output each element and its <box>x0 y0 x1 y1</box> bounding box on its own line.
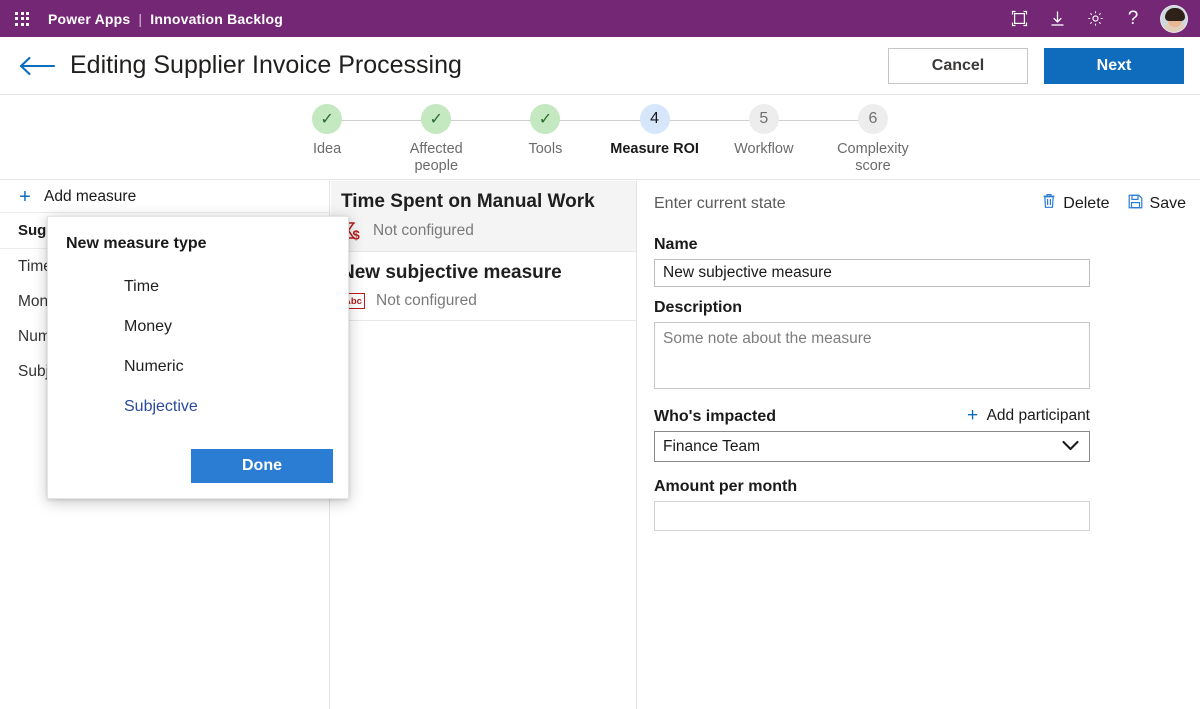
dialog-option-numeric[interactable]: Numeric <box>124 347 348 387</box>
description-textarea[interactable] <box>654 322 1090 389</box>
amount-input[interactable] <box>654 501 1090 531</box>
step-label-idea: Idea <box>312 141 342 157</box>
dialog-option-time[interactable]: Time <box>124 267 348 307</box>
suite-separator: | <box>138 10 143 27</box>
suite-bar: Power Apps | Innovation Backlog ? <box>0 0 1200 37</box>
impacted-label: Who's impacted <box>654 408 777 425</box>
measure-cards-panel: Time Spent on Manual Work $ Not configur… <box>331 181 637 709</box>
step-label-affected-people: Affected people <box>409 141 463 174</box>
step-affected-people[interactable]: ✓ Affected people <box>382 104 540 175</box>
impacted-select-wrap: Finance Team <box>654 431 1090 462</box>
measure-card-state: Not configured <box>373 222 474 239</box>
next-button[interactable]: Next <box>1044 47 1184 84</box>
delete-button[interactable]: Delete <box>1042 193 1110 214</box>
gear-icon[interactable] <box>1078 2 1112 36</box>
cancel-button[interactable]: Cancel <box>888 47 1028 84</box>
detail-form: Name Description Who's impacted + Add pa… <box>638 214 1200 531</box>
help-icon[interactable]: ? <box>1116 2 1150 36</box>
dialog-option-money[interactable]: Money <box>124 307 348 347</box>
download-icon[interactable] <box>1040 2 1074 36</box>
suite-app-name[interactable]: Innovation Backlog <box>150 11 283 27</box>
detail-header-title: Enter current state <box>654 194 786 212</box>
save-label: Save <box>1149 194 1186 212</box>
detail-header: Enter current state Delete Save <box>638 181 1200 214</box>
app-root: Power Apps | Innovation Backlog ? Editin… <box>0 0 1200 709</box>
wizard-stepper: ✓ Idea ✓ Affected people ✓ Tools 4 Measu… <box>0 96 1200 180</box>
dialog-option-subjective[interactable]: Subjective <box>124 387 348 427</box>
help-glyph: ? <box>1127 8 1139 29</box>
detail-header-actions: Delete Save <box>1042 193 1186 214</box>
impacted-select[interactable]: Finance Team <box>654 431 1090 462</box>
delete-label: Delete <box>1063 194 1110 212</box>
svg-text:$: $ <box>353 228 361 242</box>
step-label-workflow: Workflow <box>734 141 794 157</box>
step-label-complexity-score: Complexity score <box>837 141 909 174</box>
measure-card-state: Not configured <box>376 292 477 309</box>
add-participant-label: Add participant <box>986 406 1090 424</box>
add-measure-button[interactable]: + Add measure <box>0 181 329 213</box>
stepper-steps: ✓ Idea ✓ Affected people ✓ Tools 4 Measu… <box>273 96 928 175</box>
measure-card-status-row: $ Not configured <box>341 221 636 243</box>
back-arrow-icon[interactable] <box>18 49 60 83</box>
dialog-title: New measure type <box>66 235 207 252</box>
step-tools[interactable]: ✓ Tools <box>491 104 650 175</box>
measure-card-status-row: Abc Not configured <box>341 292 636 310</box>
impacted-row: Who's impacted + Add participant <box>654 406 1090 426</box>
step-label-tools: Tools <box>528 141 563 157</box>
measure-card-new-subjective[interactable]: New subjective measure Abc Not configure… <box>331 252 636 321</box>
measure-card-time-spent[interactable]: Time Spent on Manual Work $ Not configur… <box>331 181 636 252</box>
suite-brand-name[interactable]: Power Apps <box>48 11 130 27</box>
plus-icon: + <box>19 185 31 208</box>
step-complexity-score[interactable]: 6 Complexity score <box>818 104 927 175</box>
name-label: Name <box>654 236 698 253</box>
avatar[interactable] <box>1160 4 1188 33</box>
save-button[interactable]: Save <box>1128 194 1186 214</box>
plus-icon: + <box>967 405 979 426</box>
step-circle-tools: ✓ <box>530 104 561 134</box>
suite-bar-actions: ? <box>1002 2 1190 36</box>
measure-card-title: Time Spent on Manual Work <box>341 191 595 212</box>
measure-card-title: New subjective measure <box>341 262 562 283</box>
page-header-actions: Cancel Next <box>888 47 1184 84</box>
step-circle-affected-people: ✓ <box>421 104 452 134</box>
name-input[interactable] <box>654 259 1090 287</box>
step-circle-measure-roi: 4 <box>639 104 670 134</box>
suite-brand: Power Apps | Innovation Backlog <box>48 11 283 27</box>
dialog-options: Time Money Numeric Subjective <box>48 253 348 427</box>
floppy-disk-icon <box>1128 194 1143 214</box>
add-participant-button[interactable]: + Add participant <box>966 406 1090 425</box>
done-button[interactable]: Done <box>191 449 333 483</box>
step-measure-roi[interactable]: 4 Measure ROI <box>600 104 759 175</box>
measure-detail-panel: Enter current state Delete Save Name New… <box>638 181 1200 709</box>
new-measure-type-dialog: New measure type Time Money Numeric Subj… <box>47 216 349 499</box>
add-measure-label: Add measure <box>44 187 137 205</box>
step-workflow[interactable]: 5 Workflow <box>709 104 868 175</box>
step-circle-workflow: 5 <box>748 104 779 134</box>
dialog-footer: Done <box>191 449 333 483</box>
fullscreen-icon[interactable] <box>1002 2 1036 36</box>
trash-icon <box>1042 193 1056 214</box>
description-label: Description <box>654 299 743 316</box>
page-header: Editing Supplier Invoice Processing Canc… <box>0 37 1200 95</box>
step-circle-complexity-score: 6 <box>857 104 888 134</box>
step-circle-idea: ✓ <box>312 104 343 134</box>
waffle-menu-icon[interactable] <box>8 5 36 33</box>
step-label-measure-roi: Measure ROI <box>610 141 699 157</box>
step-idea[interactable]: ✓ Idea <box>273 104 431 175</box>
page-title: Editing Supplier Invoice Processing <box>70 51 462 79</box>
amount-label: Amount per month <box>654 478 798 495</box>
